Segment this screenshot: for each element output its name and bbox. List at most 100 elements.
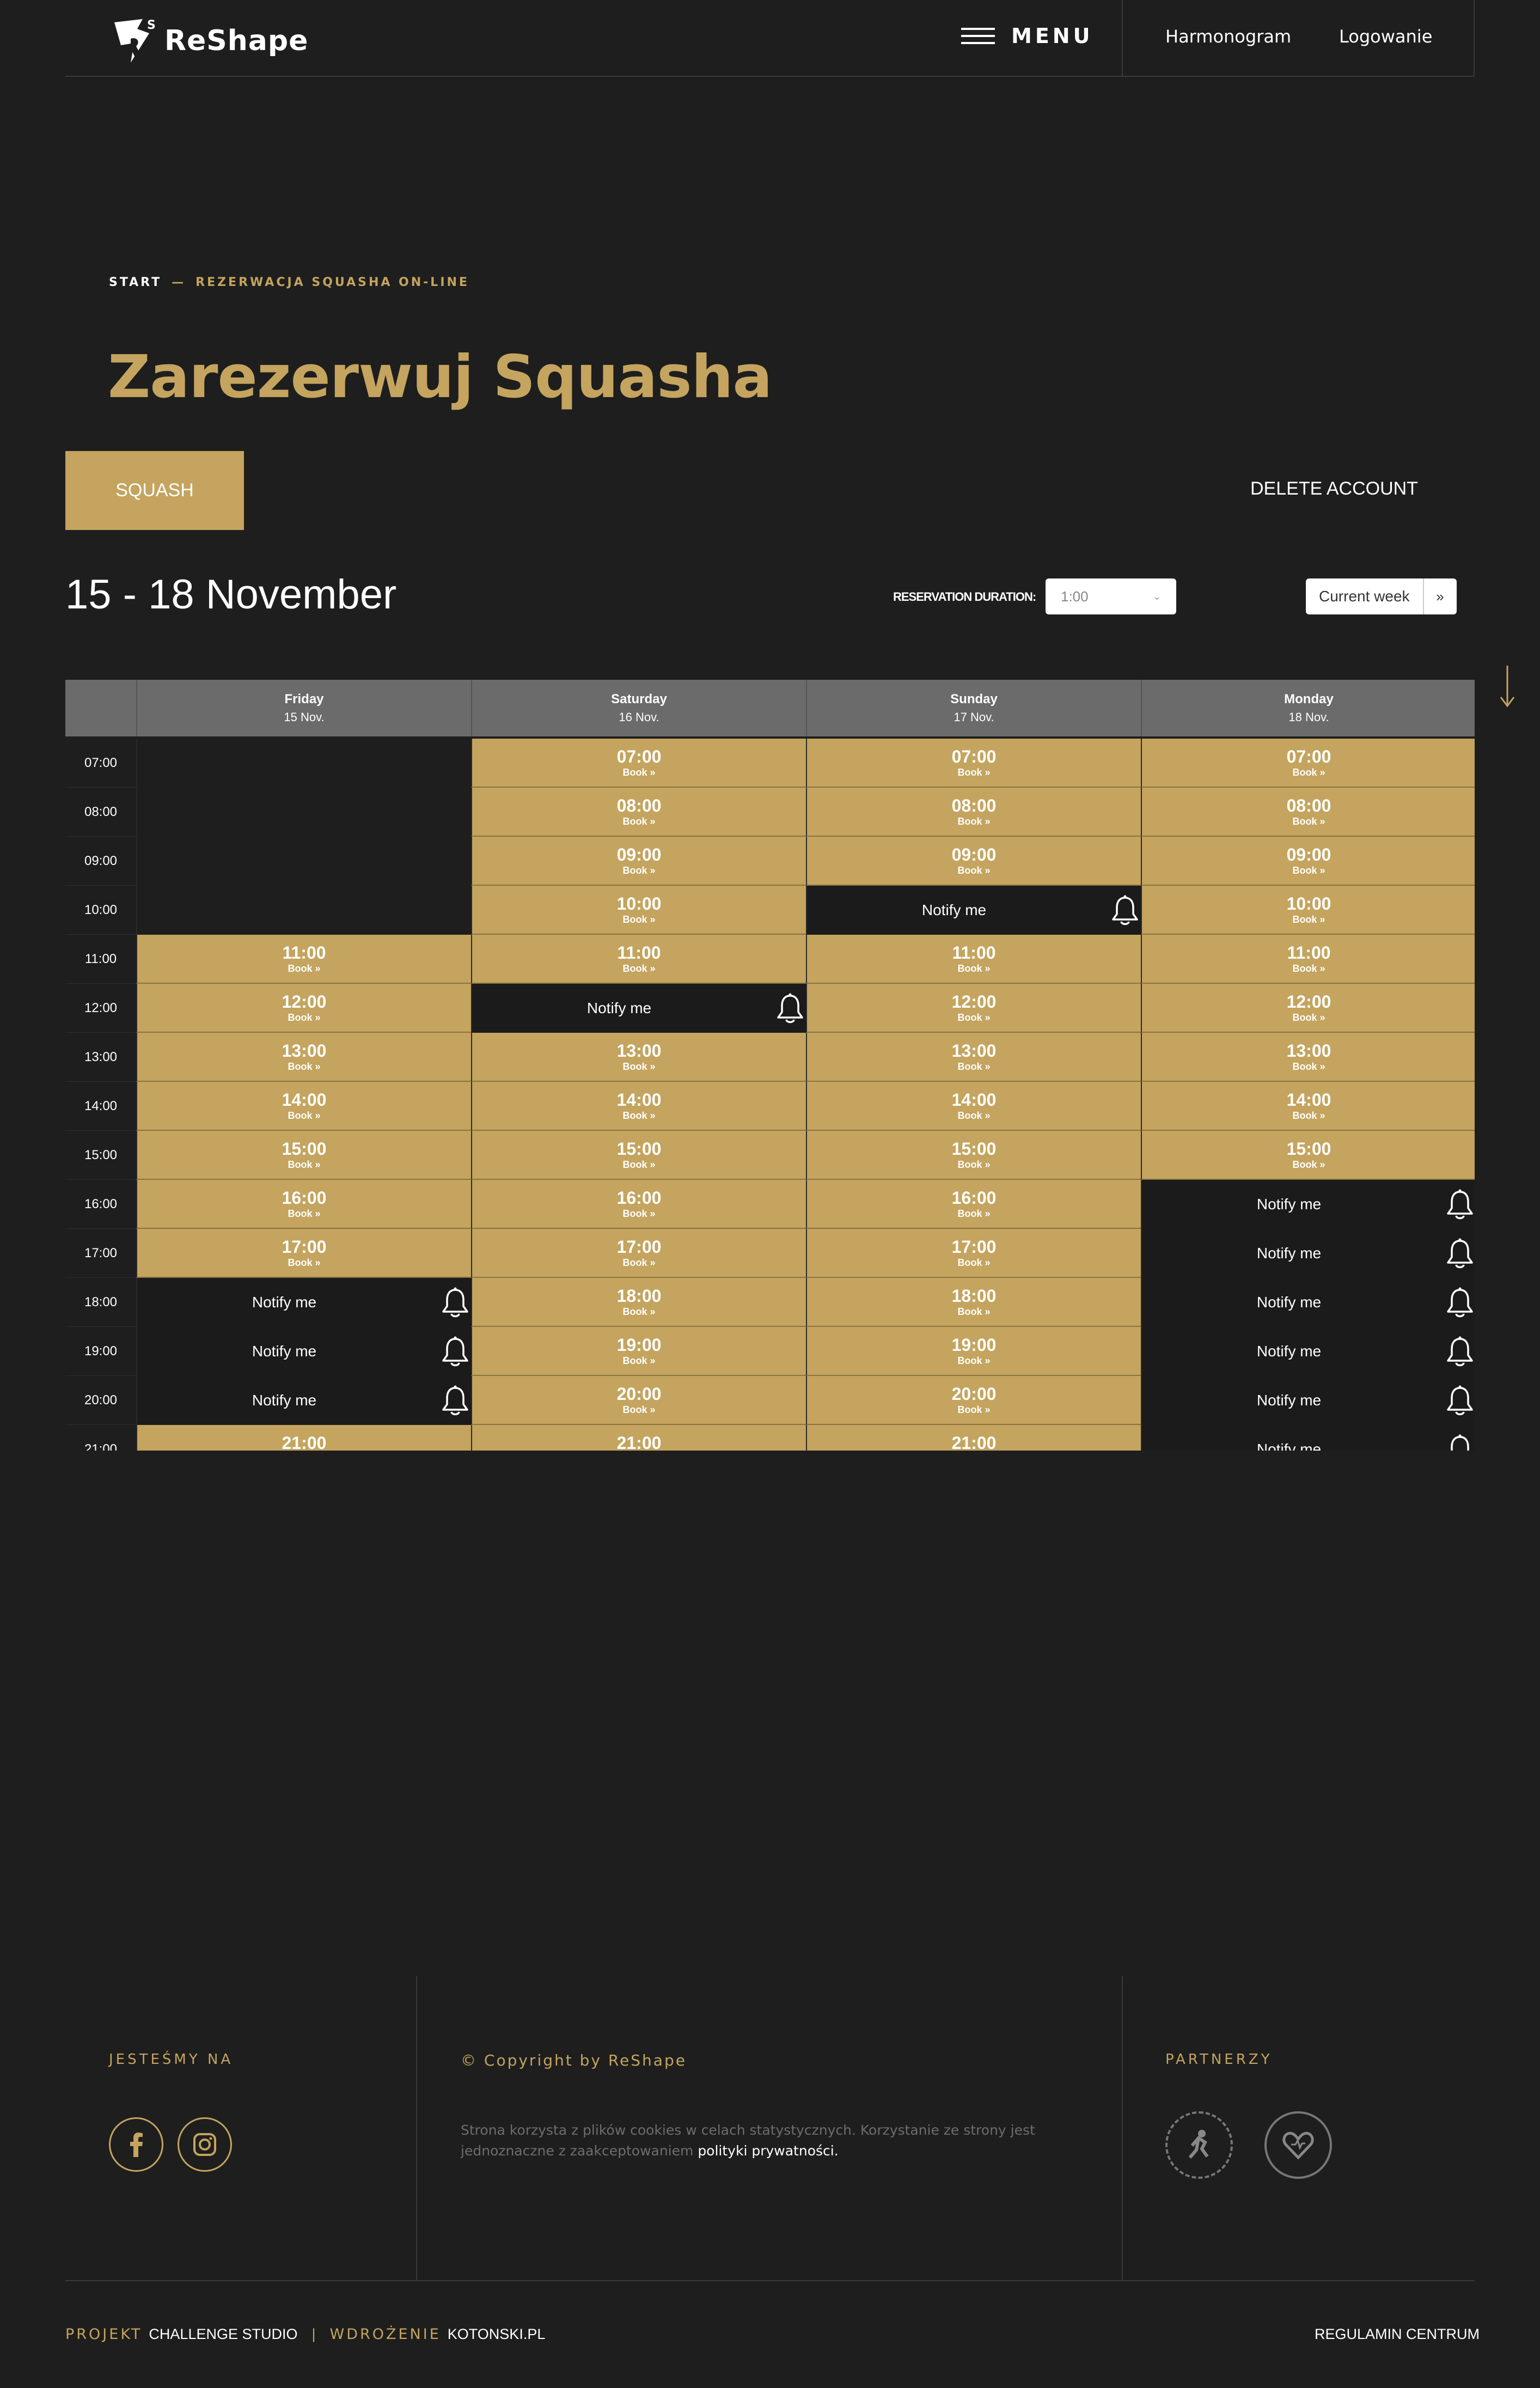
- book-link[interactable]: Book »: [622, 767, 655, 778]
- book-link[interactable]: Book »: [957, 1355, 990, 1367]
- book-slot[interactable]: 09:00 Book »: [1141, 837, 1475, 886]
- book-slot[interactable]: 10:00 Book »: [1141, 886, 1475, 935]
- book-slot[interactable]: 11:00 Book »: [1141, 935, 1475, 984]
- nav-logowanie[interactable]: Logowanie: [1339, 26, 1432, 47]
- book-link[interactable]: Book »: [288, 963, 320, 974]
- partner-logo-runner[interactable]: [1165, 2111, 1233, 2179]
- book-link[interactable]: Book »: [1292, 963, 1325, 974]
- notify-slot[interactable]: Notify me: [136, 1278, 471, 1327]
- book-link[interactable]: Book »: [957, 1404, 990, 1416]
- book-slot[interactable]: 17:00 Book »: [136, 1229, 471, 1278]
- implementation-link[interactable]: KOTONSKI.PL: [448, 2326, 546, 2343]
- partner-logo-heart[interactable]: [1264, 2111, 1332, 2179]
- book-slot[interactable]: 21:00Book »: [136, 1425, 471, 1451]
- book-link[interactable]: Book »: [622, 1061, 655, 1073]
- notify-slot[interactable]: Notify me: [1141, 1180, 1475, 1229]
- book-slot[interactable]: 12:00 Book »: [1141, 984, 1475, 1033]
- current-week-button[interactable]: Current week: [1306, 578, 1424, 614]
- breadcrumb-home[interactable]: START: [109, 276, 162, 289]
- book-link[interactable]: Book »: [957, 1159, 990, 1171]
- book-link[interactable]: Book »: [288, 1208, 320, 1220]
- book-link[interactable]: Book »: [288, 1110, 320, 1122]
- book-slot[interactable]: 19:00 Book »: [806, 1327, 1141, 1376]
- book-slot[interactable]: 21:00Book »: [806, 1425, 1141, 1451]
- book-link[interactable]: Book »: [957, 816, 990, 827]
- book-slot[interactable]: 07:00 Book »: [806, 739, 1141, 788]
- book-link[interactable]: Book »: [1292, 816, 1325, 827]
- book-slot[interactable]: 21:00Book »: [471, 1425, 806, 1451]
- book-slot[interactable]: 14:00 Book »: [136, 1082, 471, 1131]
- book-slot[interactable]: 07:00 Book »: [471, 739, 806, 788]
- book-slot[interactable]: 12:00 Book »: [806, 984, 1141, 1033]
- book-link[interactable]: Book »: [622, 914, 655, 925]
- facebook-icon[interactable]: [109, 2117, 163, 2172]
- book-slot[interactable]: 14:00 Book »: [471, 1082, 806, 1131]
- project-link[interactable]: CHALLENGE STUDIO: [149, 2326, 297, 2343]
- book-link[interactable]: Book »: [957, 1257, 990, 1269]
- book-link[interactable]: Book »: [1292, 1061, 1325, 1073]
- regulations-link[interactable]: REGULAMIN CENTRUM: [1315, 2326, 1480, 2343]
- book-slot[interactable]: 13:00 Book »: [136, 1033, 471, 1082]
- tab-squash[interactable]: SQUASH: [65, 451, 244, 530]
- book-slot[interactable]: 15:00 Book »: [1141, 1131, 1475, 1180]
- book-link[interactable]: Book »: [288, 1012, 320, 1024]
- book-slot[interactable]: 12:00 Book »: [136, 984, 471, 1033]
- book-slot[interactable]: 17:00 Book »: [471, 1229, 806, 1278]
- book-link[interactable]: Book »: [622, 1306, 655, 1318]
- book-slot[interactable]: 16:00 Book »: [806, 1180, 1141, 1229]
- book-slot[interactable]: 09:00 Book »: [806, 837, 1141, 886]
- notify-slot[interactable]: Notify me: [136, 1376, 471, 1425]
- book-slot[interactable]: 09:00 Book »: [471, 837, 806, 886]
- book-link[interactable]: Book »: [1292, 1012, 1325, 1024]
- book-slot[interactable]: 15:00 Book »: [806, 1131, 1141, 1180]
- book-slot[interactable]: 15:00 Book »: [136, 1131, 471, 1180]
- nav-harmonogram[interactable]: Harmonogram: [1165, 26, 1291, 47]
- book-slot[interactable]: 18:00 Book »: [806, 1278, 1141, 1327]
- book-slot[interactable]: 14:00 Book »: [806, 1082, 1141, 1131]
- book-slot[interactable]: 13:00 Book »: [806, 1033, 1141, 1082]
- book-link[interactable]: Book »: [622, 1208, 655, 1220]
- book-link[interactable]: Book »: [1292, 1110, 1325, 1122]
- notify-slot[interactable]: Notify me: [471, 984, 806, 1033]
- book-link[interactable]: Book »: [957, 1012, 990, 1024]
- book-link[interactable]: Book »: [622, 1257, 655, 1269]
- book-link[interactable]: Book »: [957, 1306, 990, 1318]
- instagram-icon[interactable]: [178, 2117, 232, 2172]
- book-link[interactable]: Book »: [1292, 1159, 1325, 1171]
- book-link[interactable]: Book »: [622, 1159, 655, 1171]
- book-slot[interactable]: 07:00 Book »: [1141, 739, 1475, 788]
- book-slot[interactable]: 18:00 Book »: [471, 1278, 806, 1327]
- notify-slot[interactable]: Notify me: [1141, 1278, 1475, 1327]
- book-slot[interactable]: 08:00 Book »: [471, 788, 806, 837]
- book-link[interactable]: Book »: [957, 1208, 990, 1220]
- book-slot[interactable]: 11:00 Book »: [806, 935, 1141, 984]
- next-week-button[interactable]: »: [1424, 578, 1457, 614]
- book-link[interactable]: Book »: [622, 816, 655, 827]
- book-link[interactable]: Book »: [288, 1159, 320, 1171]
- privacy-policy-link[interactable]: polityki prywatności.: [698, 2143, 838, 2159]
- book-link[interactable]: Book »: [288, 1061, 320, 1073]
- book-link[interactable]: Book »: [622, 963, 655, 974]
- book-slot[interactable]: 13:00 Book »: [471, 1033, 806, 1082]
- book-slot[interactable]: 16:00 Book »: [471, 1180, 806, 1229]
- book-link[interactable]: Book »: [1292, 767, 1325, 778]
- book-slot[interactable]: 17:00 Book »: [806, 1229, 1141, 1278]
- book-slot[interactable]: 14:00 Book »: [1141, 1082, 1475, 1131]
- notify-slot[interactable]: Notify me: [1141, 1229, 1475, 1278]
- book-slot[interactable]: 20:00 Book »: [806, 1376, 1141, 1425]
- book-link[interactable]: Book »: [622, 1404, 655, 1416]
- book-slot[interactable]: 11:00 Book »: [471, 935, 806, 984]
- notify-slot[interactable]: Notify me: [806, 886, 1141, 935]
- duration-select[interactable]: 1:00 ⌄: [1046, 578, 1176, 614]
- scroll-down-arrow-icon[interactable]: [1496, 665, 1518, 708]
- book-slot[interactable]: 08:00 Book »: [1141, 788, 1475, 837]
- logo[interactable]: S ReShape: [109, 16, 308, 65]
- book-slot[interactable]: 16:00 Book »: [136, 1180, 471, 1229]
- delete-account-button[interactable]: DELETE ACCOUNT: [1250, 478, 1418, 499]
- book-link[interactable]: Book »: [957, 865, 990, 876]
- book-link[interactable]: Book »: [288, 1257, 320, 1269]
- book-slot[interactable]: 11:00 Book »: [136, 935, 471, 984]
- book-link[interactable]: Book »: [622, 865, 655, 876]
- book-link[interactable]: Book »: [1292, 865, 1325, 876]
- book-link[interactable]: Book »: [622, 1110, 655, 1122]
